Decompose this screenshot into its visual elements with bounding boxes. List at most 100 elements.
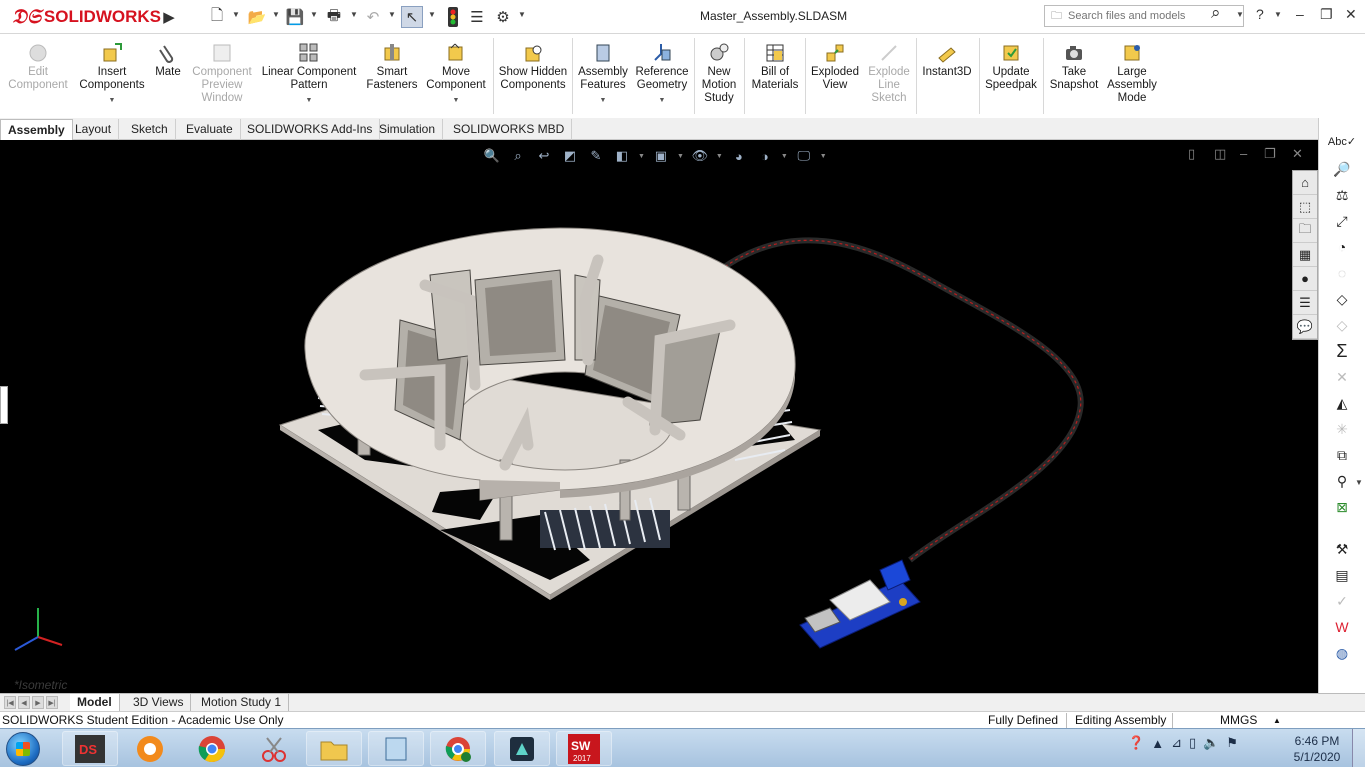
taskbar-filmora-icon[interactable] — [494, 731, 550, 766]
close-icon[interactable]: ✕ — [1345, 6, 1357, 23]
new-motion-study-button[interactable]: New Motion Study — [698, 38, 740, 105]
undo-dropdown-icon[interactable]: ▼ — [388, 10, 396, 19]
last-tab-arrow-icon[interactable]: ▶| — [46, 696, 58, 709]
show-desktop-button[interactable] — [1352, 729, 1365, 767]
options-dropdown-icon[interactable]: ▼ — [518, 10, 526, 19]
edit-component-button[interactable]: Edit Component — [6, 38, 70, 92]
update-speedpak-button[interactable]: Update Speedpak — [982, 38, 1040, 92]
select-dropdown-icon[interactable]: ▼ — [428, 10, 436, 19]
taskbar-solidworks-2017-icon[interactable]: SW 2017 — [556, 731, 612, 766]
insert-components-dropdown-icon[interactable]: ▼ — [76, 94, 148, 107]
insert-components-button[interactable]: Insert Components ▼ — [76, 38, 148, 107]
device-icon[interactable]: ▯ — [1189, 735, 1196, 751]
taskbar-notepad-icon[interactable] — [368, 731, 424, 766]
taskbar-clock[interactable]: 6:46 PM 5/1/2020 — [1288, 733, 1346, 765]
linear-component-pattern-button[interactable]: Linear Component Pattern ▼ — [258, 38, 360, 107]
first-tab-arrow-icon[interactable]: |◀ — [4, 696, 16, 709]
print-dropdown-icon[interactable]: ▼ — [350, 10, 358, 19]
open-folder-icon[interactable]: 📂 — [246, 6, 268, 28]
measure-icon[interactable]: ⤢ — [1331, 210, 1353, 232]
tab-simulation[interactable]: Simulation — [372, 119, 444, 140]
new-document-icon[interactable]: 🗋 — [206, 6, 228, 28]
solidworks-logo[interactable]: 𝔇𝔖 SOLIDWORKS — [12, 3, 161, 31]
equations-sigma-icon[interactable]: Σ — [1331, 340, 1353, 362]
save-icon[interactable]: 💾 — [284, 6, 306, 28]
move-component-dropdown-icon[interactable]: ▼ — [424, 94, 488, 107]
sensor-icon[interactable]: ◌ — [1331, 262, 1353, 284]
interference-icon[interactable]: ✕ — [1331, 366, 1353, 388]
search-dropdown-icon[interactable]: ▼ — [1236, 10, 1244, 19]
options-gear-icon[interactable]: ⚙ — [492, 6, 514, 28]
prev-tab-arrow-icon[interactable]: ◀ — [18, 696, 30, 709]
clearance-icon[interactable]: ✳ — [1331, 418, 1353, 440]
mate-button[interactable]: Mate — [152, 38, 184, 79]
view-cube-icon[interactable]: ⬚ — [1293, 195, 1317, 219]
bill-of-materials-button[interactable]: Bill of Materials — [748, 38, 802, 92]
unit-system-dropdown-icon[interactable]: ▲ — [1273, 716, 1281, 725]
reference-geometry-button[interactable]: Reference Geometry ▼ — [632, 38, 692, 107]
tab-evaluate[interactable]: Evaluate — [179, 119, 241, 140]
explode-line-sketch-button[interactable]: Explode Line Sketch — [864, 38, 914, 105]
open-dropdown-icon[interactable]: ▼ — [272, 10, 280, 19]
next-tab-arrow-icon[interactable]: ▶ — [32, 696, 44, 709]
spell-check-icon[interactable]: Abc✓ — [1328, 130, 1356, 152]
assembly-features-dropdown-icon[interactable]: ▼ — [576, 94, 630, 107]
assembly-model-render[interactable] — [0, 140, 1318, 693]
tab-motion-study-1[interactable]: Motion Study 1 — [194, 694, 290, 712]
performance-gauge-icon[interactable]: ◔ — [1331, 236, 1353, 258]
graphics-viewport[interactable]: 🔍 ⌕ ↩ ◩ ✎ ◧ ▼ ▣ ▼ 👁 ▼ ◕ ◑ ▼ 🖵 ▼ ▯ ◫ – ❐ … — [0, 140, 1318, 693]
show-hidden-components-button[interactable]: Show Hidden Components — [498, 38, 568, 92]
disabled-check-icon[interactable]: ◇ — [1331, 314, 1353, 336]
new-dropdown-icon[interactable]: ▼ — [232, 10, 240, 19]
restore-icon[interactable]: ❐ — [1320, 6, 1333, 23]
excel-export-icon[interactable]: ⊠ — [1331, 496, 1353, 518]
show-hidden-tray-icon[interactable]: ▲ — [1151, 736, 1164, 751]
rebuild-traffic-light-icon[interactable] — [442, 6, 464, 28]
view-home-icon[interactable]: ⌂ — [1293, 171, 1317, 195]
save-dropdown-icon[interactable]: ▼ — [310, 10, 318, 19]
component-preview-window-button[interactable]: Component Preview Window — [188, 38, 256, 105]
instant3d-button[interactable]: Instant3D — [918, 38, 976, 79]
help-dropdown-icon[interactable]: ▼ — [1274, 10, 1282, 19]
mass-properties-scale-icon[interactable]: ⚖ — [1331, 184, 1353, 206]
tab-solidworks-add-ins[interactable]: SOLIDWORKS Add-Ins — [240, 119, 381, 140]
appearance-ball-icon[interactable]: ● — [1293, 267, 1317, 291]
tab-model[interactable]: Model — [70, 694, 120, 712]
design-library-icon[interactable]: ▤ — [1331, 564, 1353, 586]
check-component-icon[interactable]: ◇ — [1331, 288, 1353, 310]
windows-start-button[interactable] — [6, 732, 40, 766]
large-assembly-mode-button[interactable]: Large Assembly Mode — [1104, 38, 1160, 105]
view-palette-grid-icon[interactable]: ▦ — [1293, 243, 1317, 267]
inspect-magnifier-icon[interactable]: 🔎 — [1331, 158, 1353, 180]
help-notification-icon[interactable]: ❓ — [1128, 735, 1144, 751]
undo-icon[interactable]: ↶ — [362, 6, 384, 28]
move-component-button[interactable]: Move Component ▼ — [424, 38, 488, 107]
minimize-icon[interactable]: – — [1296, 6, 1304, 22]
symmetry-check-icon[interactable]: ◭ — [1331, 392, 1353, 414]
view-folder-icon[interactable]: 🗀 — [1293, 219, 1317, 243]
tab-solidworks-mbd[interactable]: SOLIDWORKS MBD — [446, 119, 573, 140]
menu-expand-arrow-icon[interactable]: ▶ — [158, 6, 180, 28]
toolbox-icon[interactable]: ⚒ — [1331, 538, 1353, 560]
help-icon[interactable]: ? — [1256, 6, 1264, 22]
forum-chat-icon[interactable]: 💬 — [1293, 315, 1317, 339]
taskbar-solidworks-launcher-icon[interactable]: DS — [62, 731, 118, 766]
search-input[interactable] — [1068, 10, 1208, 22]
tab-layout[interactable]: Layout — [68, 119, 120, 140]
assembly-features-button[interactable]: Assembly Features ▼ — [576, 38, 630, 107]
hole-alignment-icon[interactable]: ⚲ — [1331, 470, 1353, 492]
word-report-icon[interactable]: W — [1331, 616, 1353, 638]
network-status-icon[interactable]: ⊿ — [1171, 735, 1182, 751]
file-properties-icon[interactable]: ☰ — [466, 6, 488, 28]
tab-3d-views[interactable]: 3D Views — [126, 694, 192, 712]
approve-check-icon[interactable]: ✓ — [1331, 590, 1353, 612]
taskbar-snipping-tool-icon[interactable] — [246, 731, 302, 766]
select-arrow-icon[interactable]: ↖ — [401, 6, 423, 28]
exploded-view-button[interactable]: Exploded View — [808, 38, 862, 92]
action-center-flag-icon[interactable]: ⚑ — [1226, 735, 1238, 751]
tab-assembly[interactable]: Assembly — [0, 119, 73, 140]
taskbar-chrome-icon[interactable] — [184, 731, 240, 766]
taskbar-chrome-profile-icon[interactable] — [430, 731, 486, 766]
web-globe-icon[interactable]: ◍ — [1331, 642, 1353, 664]
unit-system-selector[interactable]: MMGS — [1220, 713, 1257, 727]
